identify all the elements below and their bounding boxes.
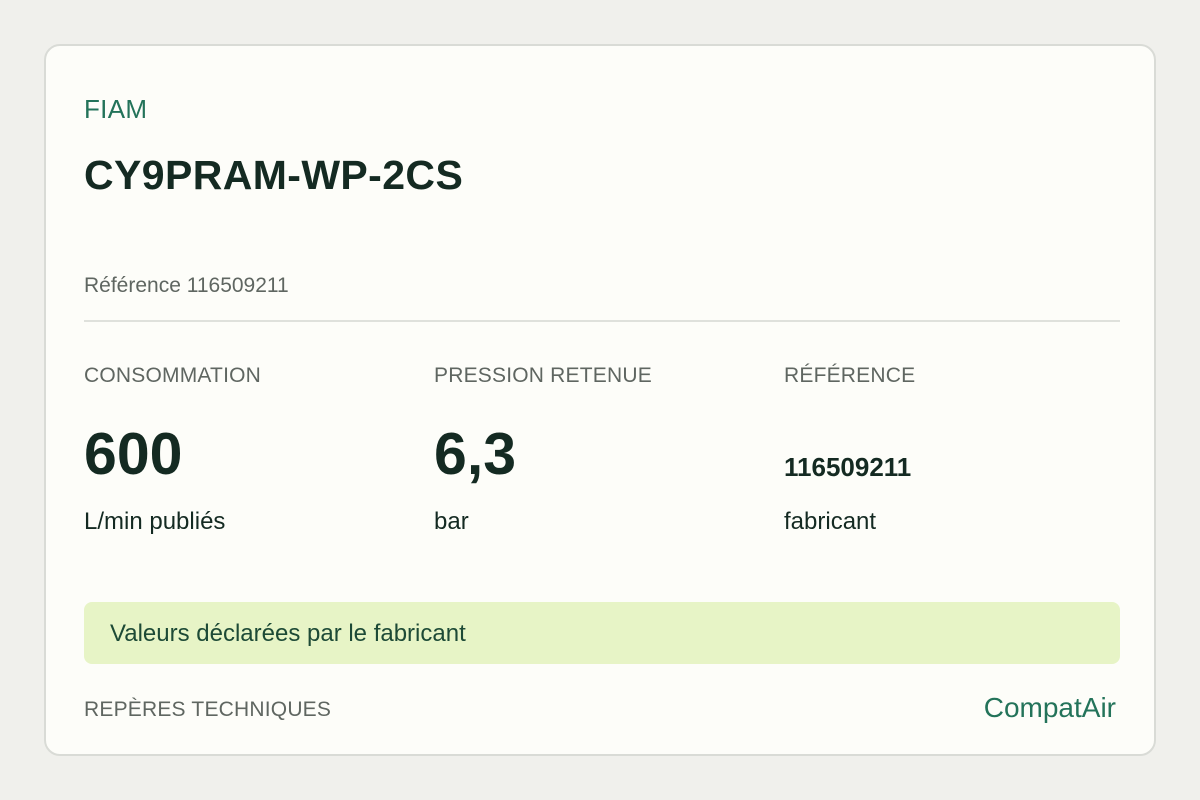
metric-label: RÉFÉRENCE — [784, 364, 916, 387]
metric-unit: bar — [434, 508, 469, 535]
footer-brand-logo: CompatAir — [983, 692, 1116, 723]
divider — [84, 320, 1120, 322]
brand-name: FIAM — [84, 94, 148, 124]
product-card: FIAM CY9PRAM-WP-2CS Référence 116509211 … — [44, 44, 1156, 756]
metric-label: PRESSION RETENUE — [434, 364, 652, 387]
reference-line: Référence 116509211 — [84, 274, 289, 297]
metric-value: 116509211 — [784, 452, 912, 482]
metric-unit: fabricant — [784, 508, 877, 535]
notice-text: Valeurs déclarées par le fabricant — [110, 620, 466, 647]
metric-value: 600 — [84, 421, 183, 487]
metric-unit: L/min publiés — [84, 508, 226, 535]
manufacturer-notice: Valeurs déclarées par le fabricant — [84, 602, 1120, 664]
footer-label: REPÈRES TECHNIQUES — [84, 698, 332, 721]
product-model-title: CY9PRAM-WP-2CS — [84, 152, 464, 198]
metric-label: CONSOMMATION — [84, 364, 262, 387]
metric-value: 6,3 — [434, 421, 517, 487]
